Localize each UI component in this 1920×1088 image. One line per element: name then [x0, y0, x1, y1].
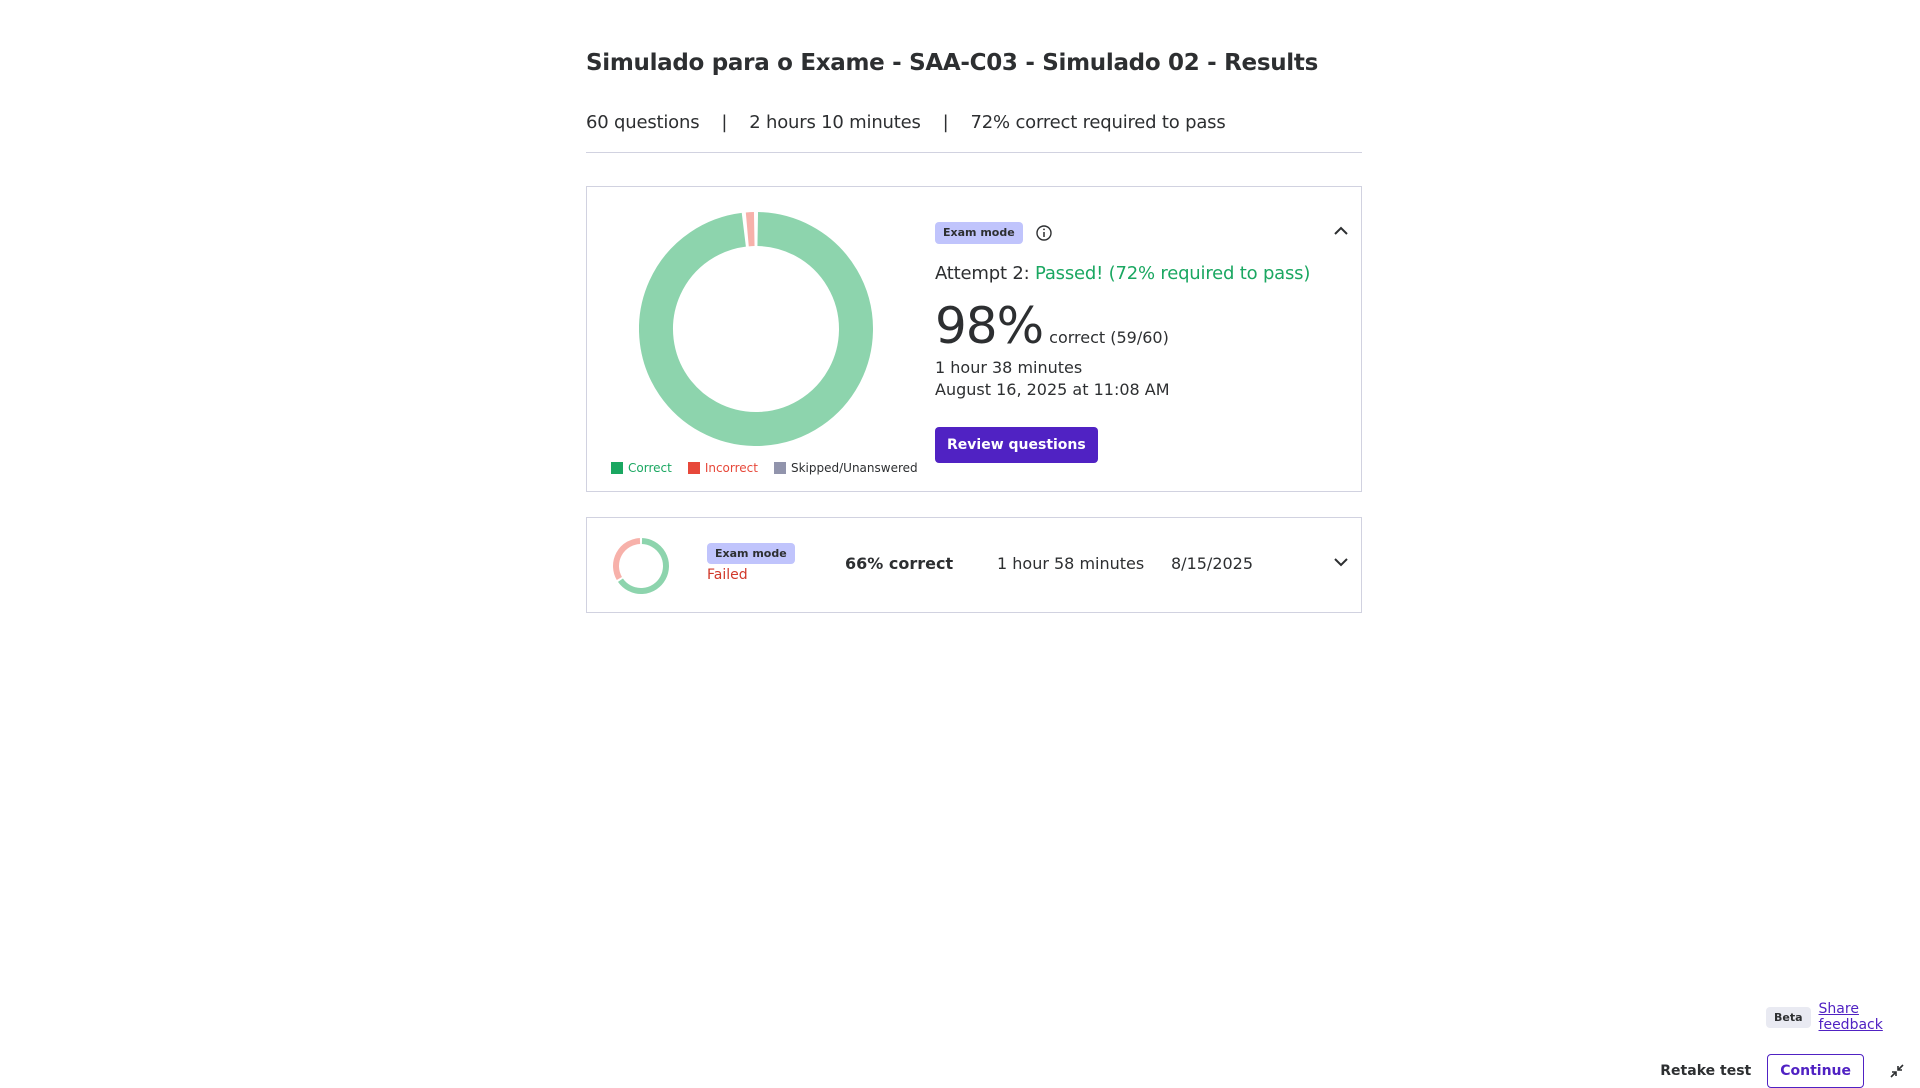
attempt-duration: 1 hour 38 minutes: [935, 358, 1083, 377]
exam-meta: 60 questions | 2 hours 10 minutes | 72% …: [586, 106, 1362, 138]
chart-legend: Correct Incorrect Skipped/Unanswered: [611, 461, 918, 475]
pass-requirement: 72% correct required to pass: [970, 111, 1226, 133]
meta-separator: |: [942, 111, 949, 133]
small-donut-segments: [613, 538, 669, 594]
legend-swatch-incorrect: [687, 462, 700, 474]
previous-duration: 1 hour 58 minutes: [997, 554, 1145, 573]
meta-separator: |: [721, 111, 728, 133]
continue-button[interactable]: Continue: [1767, 1054, 1864, 1088]
donut-segment-correct: [617, 538, 669, 594]
donut-segment-correct: [639, 212, 873, 446]
attempt-card-collapsed[interactable]: Exam mode Failed 66% correct 1 hour 58 m…: [586, 517, 1362, 613]
previous-date: 8/15/2025: [1171, 554, 1254, 573]
legend-label-skipped: Skipped/Unanswered: [790, 461, 918, 475]
pass-status: Passed! (72% required to pass): [1034, 263, 1311, 284]
question-count: 60 questions: [586, 111, 700, 133]
legend-label-correct: Correct: [628, 461, 672, 475]
failed-status: Failed: [707, 567, 748, 583]
legend-correct: Correct: [611, 461, 672, 475]
divider: [586, 152, 1362, 153]
legend-incorrect: Incorrect: [687, 461, 758, 475]
beta-badge: Beta: [1766, 1006, 1811, 1028]
feedback-row: Beta Share feedback: [1766, 1001, 1920, 1033]
attempt-label: Attempt 2:: [935, 263, 1030, 284]
review-questions-button[interactable]: Review questions: [935, 427, 1098, 463]
attempt-result: Attempt 2: Passed! (72% required to pass…: [935, 261, 1335, 287]
attempt-datetime: August 16, 2025 at 11:08 AM: [935, 380, 1170, 399]
donut-segments: [639, 212, 873, 446]
badge-row: Exam mode: [935, 221, 1335, 245]
legend-swatch-skipped: [773, 462, 786, 474]
score-percent: 98%: [935, 297, 1044, 355]
score-detail: correct (59/60): [1049, 328, 1169, 347]
exam-duration: 2 hours 10 minutes: [749, 111, 921, 133]
previous-score: 66% correct: [845, 554, 954, 573]
exam-mode-badge: Exam mode: [935, 222, 1023, 244]
result-donut-chart: [639, 212, 873, 446]
collapse-icon[interactable]: [1888, 1062, 1906, 1080]
info-icon[interactable]: [1035, 224, 1053, 242]
chevron-up-icon[interactable]: [1331, 221, 1351, 241]
share-feedback-link[interactable]: Share feedback: [1819, 1001, 1920, 1033]
score-row: 98% correct (59/60): [935, 297, 1335, 355]
legend-skipped: Skipped/Unanswered: [773, 461, 918, 475]
page-title: Simulado para o Exame - SAA-C03 - Simula…: [586, 50, 1318, 76]
previous-badge-column: Exam mode Failed: [707, 542, 795, 583]
results-container: Simulado para o Exame - SAA-C03 - Simula…: [586, 46, 1362, 613]
exam-mode-badge: Exam mode: [707, 543, 795, 564]
attempt-info: Exam mode Attempt 2: Passed! (72% requir…: [935, 221, 1335, 463]
attempt-card-expanded: Correct Incorrect Skipped/Unanswered Exa…: [586, 186, 1362, 492]
bottom-action-bar: Retake test Continue: [1660, 1054, 1906, 1088]
previous-result-donut-chart: [613, 538, 669, 594]
legend-swatch-correct: [611, 462, 623, 474]
legend-label-incorrect: Incorrect: [704, 461, 758, 475]
donut-segment-incorrect: [745, 212, 755, 247]
chevron-down-icon[interactable]: [1331, 552, 1351, 572]
retake-test-button[interactable]: Retake test: [1660, 1063, 1751, 1079]
